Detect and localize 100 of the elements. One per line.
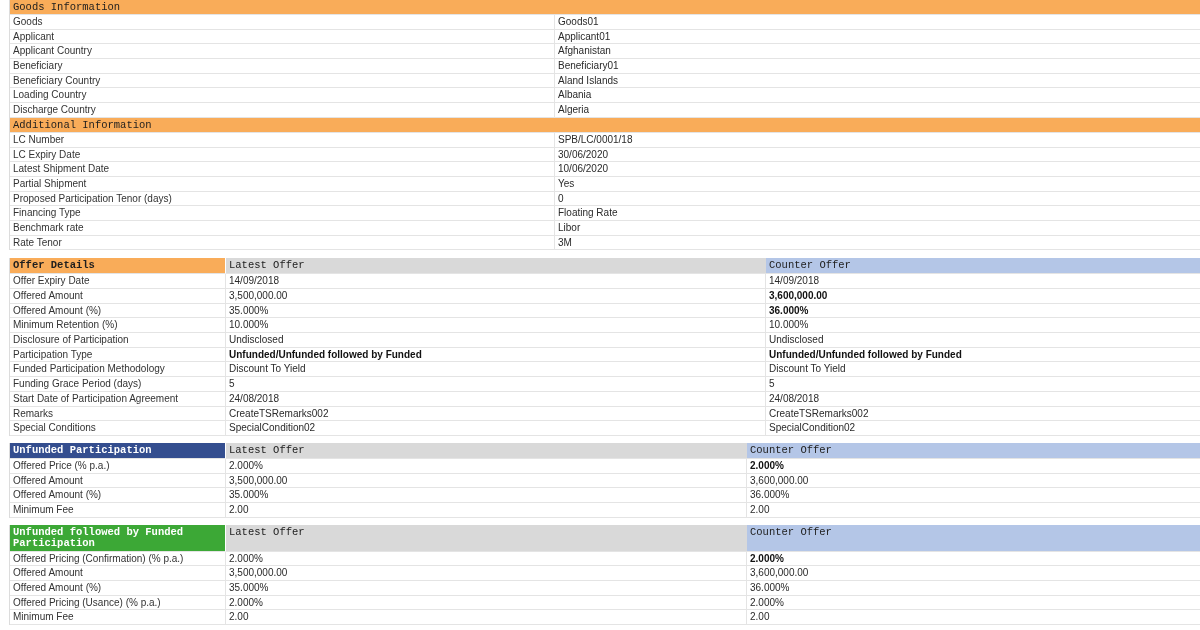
counter-offer-value: Unfunded/Unfunded followed by Funded xyxy=(766,347,1200,363)
field-value: 3M xyxy=(555,235,1200,251)
field-value: Goods01 xyxy=(555,15,1200,30)
counter-offer-value: 36.000% xyxy=(747,488,1200,503)
counter-offer-value: 36.000% xyxy=(766,303,1200,319)
latest-offer-value: Discount To Yield xyxy=(226,362,766,378)
field-label: Offered Amount xyxy=(10,289,226,304)
field-label: Beneficiary xyxy=(10,59,555,74)
column-header: Counter Offer xyxy=(747,442,1200,459)
field-value: Applicant01 xyxy=(555,29,1200,45)
latest-offer-value: SpecialCondition02 xyxy=(226,421,766,436)
counter-offer-value: 5 xyxy=(766,377,1200,392)
latest-offer-value: 24/08/2018 xyxy=(226,391,766,407)
counter-offer-value: 2.00 xyxy=(747,610,1200,626)
field-label: Goods xyxy=(10,15,555,30)
latest-offer-value: 2.000% xyxy=(226,551,747,567)
latest-offer-value: Unfunded/Unfunded followed by Funded xyxy=(226,347,766,363)
counter-offer-value: CreateTSRemarks002 xyxy=(766,406,1200,422)
latest-offer-value: 10.000% xyxy=(226,318,766,334)
field-label: LC Number xyxy=(10,132,555,148)
field-label: Offered Amount xyxy=(10,473,226,489)
field-label: Partial Shipment xyxy=(10,176,555,192)
field-label: Special Conditions xyxy=(10,421,226,436)
field-value: SPB/LC/0001/18 xyxy=(555,132,1200,148)
field-value: Floating Rate xyxy=(555,206,1200,221)
field-label: Proposed Participation Tenor (days) xyxy=(10,191,555,207)
field-label: Minimum Fee xyxy=(10,610,226,626)
field-label: Applicant xyxy=(10,29,555,45)
counter-offer-value: 3,600,000.00 xyxy=(747,473,1200,489)
latest-offer-value: CreateTSRemarks002 xyxy=(226,406,766,422)
field-label: Latest Shipment Date xyxy=(10,162,555,177)
counter-offer-value: 2.000% xyxy=(747,458,1200,474)
latest-offer-value: 3,500,000.00 xyxy=(226,473,747,489)
field-label: Applicant Country xyxy=(10,44,555,60)
field-label: Minimum Retention (%) xyxy=(10,318,226,334)
column-header: Counter Offer xyxy=(747,524,1200,552)
counter-offer-value: 24/08/2018 xyxy=(766,391,1200,407)
field-value: 0 xyxy=(555,191,1200,207)
latest-offer-value: 14/09/2018 xyxy=(226,274,766,289)
counter-offer-value: Undisclosed xyxy=(766,333,1200,348)
counter-offer-value: 3,600,000.00 xyxy=(747,566,1200,581)
counter-offer-value: 3,600,000.00 xyxy=(766,289,1200,304)
latest-offer-value: 2.000% xyxy=(226,458,747,474)
latest-offer-value: 2.00 xyxy=(226,610,747,626)
latest-offer-value: Undisclosed xyxy=(226,333,766,348)
field-label: Offered Pricing (Confirmation) (% p.a.) xyxy=(10,551,226,567)
field-label: Funded Participation Methodology xyxy=(10,362,226,378)
counter-offer-value: 14/09/2018 xyxy=(766,274,1200,289)
field-label: Disclosure of Participation xyxy=(10,333,226,348)
field-label: Funding Grace Period (days) xyxy=(10,377,226,392)
field-label: Offered Amount (%) xyxy=(10,581,226,596)
field-value: 30/06/2020 xyxy=(555,147,1200,163)
field-label: Loading Country xyxy=(10,88,555,104)
field-label: Remarks xyxy=(10,406,226,422)
latest-offer-value: 2.000% xyxy=(226,595,747,611)
counter-offer-value: SpecialCondition02 xyxy=(766,421,1200,436)
field-label: Rate Tenor xyxy=(10,235,555,251)
latest-offer-value: 35.000% xyxy=(226,488,747,503)
field-label: Participation Type xyxy=(10,347,226,363)
counter-offer-value: 10.000% xyxy=(766,318,1200,334)
latest-offer-value: 35.000% xyxy=(226,581,747,596)
field-label: Minimum Fee xyxy=(10,502,226,518)
field-label: LC Expiry Date xyxy=(10,147,555,163)
field-value: 10/06/2020 xyxy=(555,162,1200,177)
field-label: Offer Expiry Date xyxy=(10,274,226,289)
field-label: Offered Amount (%) xyxy=(10,303,226,319)
column-header: Latest Offer xyxy=(226,524,747,552)
field-label: Offered Pricing (Usance) (% p.a.) xyxy=(10,595,226,611)
latest-offer-value: 5 xyxy=(226,377,766,392)
field-value: Libor xyxy=(555,220,1200,236)
field-value: Aland Islands xyxy=(555,73,1200,89)
field-label: Offered Price (% p.a.) xyxy=(10,458,226,474)
field-value: Afghanistan xyxy=(555,44,1200,60)
counter-offer-value: Discount To Yield xyxy=(766,362,1200,378)
field-label: Benchmark rate xyxy=(10,220,555,236)
counter-offer-value: 36.000% xyxy=(747,581,1200,596)
latest-offer-value: 35.000% xyxy=(226,303,766,319)
field-value: Albania xyxy=(555,88,1200,104)
section-header: Unfunded followed by Funded Participation xyxy=(10,524,226,552)
counter-offer-value: 2.000% xyxy=(747,551,1200,567)
field-label: Discharge Country xyxy=(10,103,555,118)
field-value: Beneficiary01 xyxy=(555,59,1200,74)
field-label: Start Date of Participation Agreement xyxy=(10,391,226,407)
field-label: Beneficiary Country xyxy=(10,73,555,89)
column-header: Counter Offer xyxy=(766,258,1200,275)
latest-offer-value: 2.00 xyxy=(226,502,747,518)
section-header: Goods Information xyxy=(10,0,1200,15)
field-label: Offered Amount (%) xyxy=(10,488,226,503)
section-header: Unfunded Participation xyxy=(10,442,226,459)
latest-offer-value: 3,500,000.00 xyxy=(226,566,747,581)
field-label: Financing Type xyxy=(10,206,555,221)
counter-offer-value: 2.000% xyxy=(747,595,1200,611)
counter-offer-value: 2.00 xyxy=(747,502,1200,518)
latest-offer-value: 3,500,000.00 xyxy=(226,289,766,304)
field-value: Yes xyxy=(555,176,1200,192)
column-header: Latest Offer xyxy=(226,258,766,275)
field-value: Algeria xyxy=(555,103,1200,118)
section-header: Offer Details xyxy=(10,258,226,275)
column-header: Latest Offer xyxy=(226,442,747,459)
field-label: Offered Amount xyxy=(10,566,226,581)
